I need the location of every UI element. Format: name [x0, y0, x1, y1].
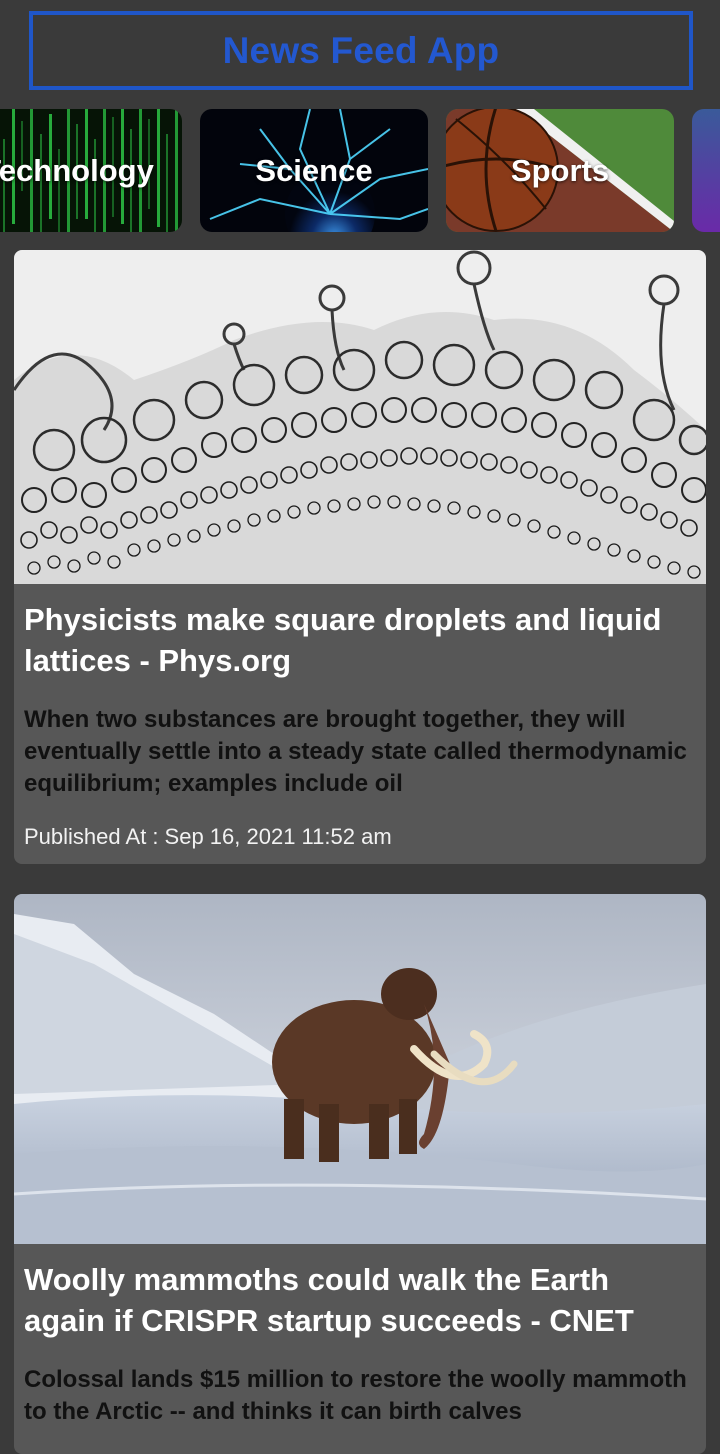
category-row[interactable]: Technology Sci [0, 109, 720, 233]
article-published: Published At : Sep 16, 2021 11:52 am [24, 824, 696, 850]
category-next[interactable] [692, 109, 720, 232]
category-label-sports: Sports [510, 152, 610, 188]
article-card[interactable]: Physicists make square droplets and liqu… [14, 250, 706, 864]
published-label: Published At : [24, 824, 159, 849]
category-science[interactable]: Science [200, 109, 428, 232]
article-title: Woolly mammoths could walk the Earth aga… [24, 1262, 634, 1338]
article-description: Colossal lands $15 million to restore th… [24, 1366, 687, 1425]
article-title: Physicists make square droplets and liqu… [24, 602, 662, 678]
article-card[interactable]: Woolly mammoths could walk the Earth aga… [14, 894, 706, 1454]
category-sports[interactable]: Sports [446, 109, 674, 232]
article-image [14, 894, 706, 1244]
category-technology[interactable]: Technology [0, 109, 182, 232]
article-description: When two substances are brought together… [24, 706, 687, 797]
category-label-science: Science [255, 152, 373, 188]
article-image [14, 250, 706, 584]
published-value: Sep 16, 2021 11:52 am [164, 824, 392, 849]
purple-gradient-image [692, 109, 720, 232]
app-title: News Feed App [222, 29, 500, 71]
app-header: News Feed App [29, 11, 693, 90]
category-label-technology: Technology [0, 152, 154, 188]
